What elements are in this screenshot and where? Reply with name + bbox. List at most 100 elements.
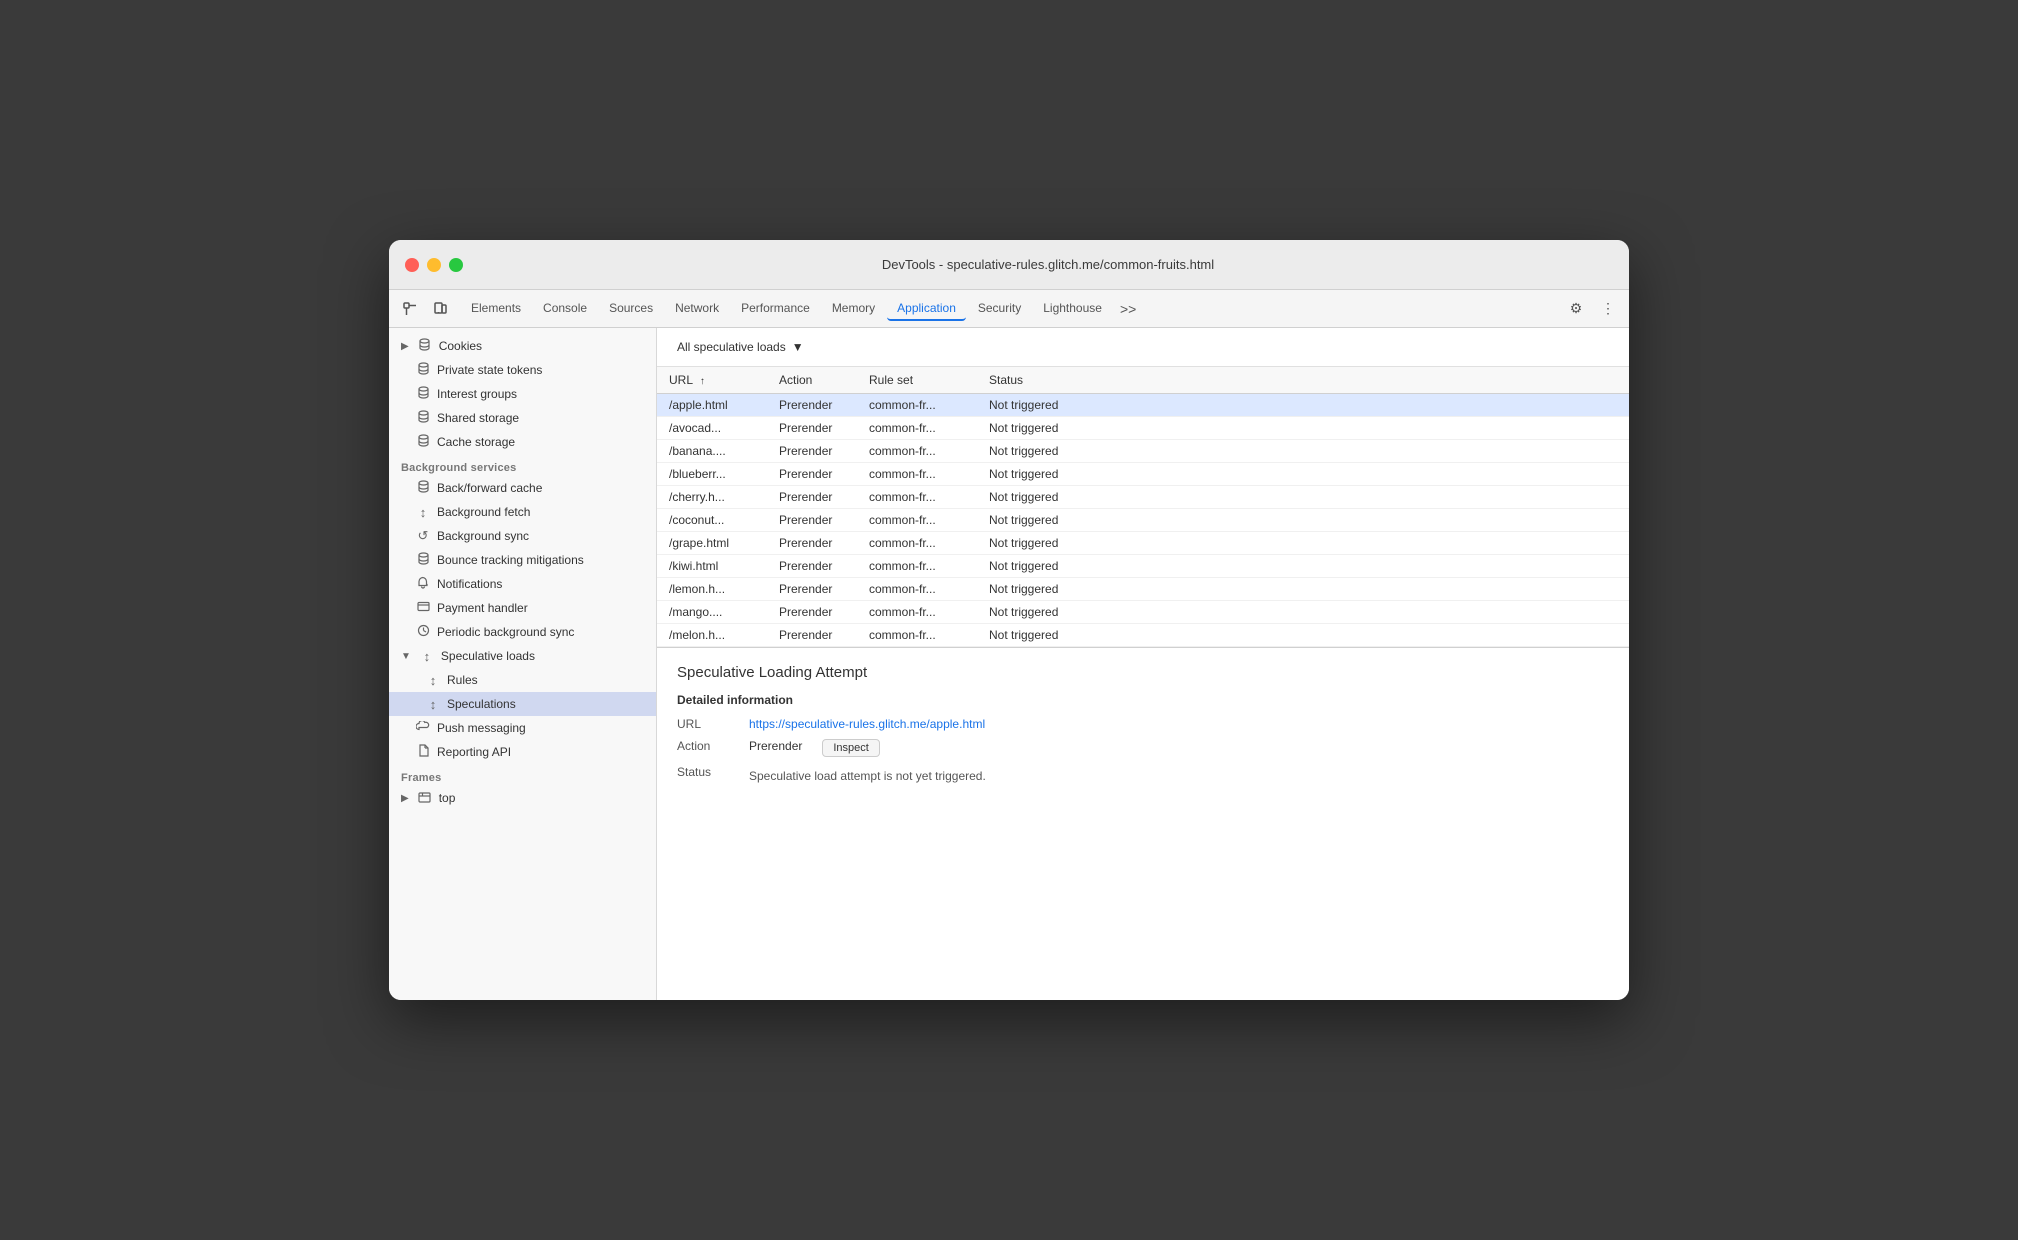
sidebar-item-background-sync[interactable]: ↺ Background sync: [389, 524, 656, 548]
col-header-url[interactable]: URL ↑: [657, 367, 767, 394]
sidebar-label-speculative-loads: Speculative loads: [441, 649, 535, 663]
table-row[interactable]: /blueberr... Prerender common-fr... Not …: [657, 463, 1629, 486]
table-row[interactable]: /lemon.h... Prerender common-fr... Not t…: [657, 578, 1629, 601]
tab-elements[interactable]: Elements: [461, 297, 531, 321]
tab-memory[interactable]: Memory: [822, 297, 885, 321]
close-button[interactable]: [405, 258, 419, 272]
device-toolbar-button[interactable]: [427, 296, 453, 322]
cell-action: Prerender: [767, 555, 857, 578]
col-header-ruleset[interactable]: Rule set: [857, 367, 977, 394]
tab-sources[interactable]: Sources: [599, 297, 663, 321]
cell-url: /melon.h...: [657, 624, 767, 647]
arrows-ud-icon-4: ↕: [425, 697, 441, 712]
sidebar-item-cache-storage[interactable]: Cache storage: [389, 430, 656, 454]
sidebar-label-bounce-tracking: Bounce tracking mitigations: [437, 553, 584, 567]
arrows-ud-icon-2: ↕: [419, 649, 435, 664]
sidebar-item-bounce-tracking[interactable]: Bounce tracking mitigations: [389, 548, 656, 572]
devtools-window: DevTools - speculative-rules.glitch.me/c…: [389, 240, 1629, 1000]
main-content: ▶ Cookies Pr: [389, 328, 1629, 1000]
sidebar-label-payment-handler: Payment handler: [437, 601, 528, 615]
sort-icon: ↑: [700, 376, 705, 387]
tab-network[interactable]: Network: [665, 297, 729, 321]
table-row[interactable]: /melon.h... Prerender common-fr... Not t…: [657, 624, 1629, 647]
sidebar-item-private-state-tokens[interactable]: Private state tokens: [389, 358, 656, 382]
cell-url: /banana....: [657, 440, 767, 463]
cell-action: Prerender: [767, 440, 857, 463]
frame-icon: [417, 791, 433, 806]
tab-application[interactable]: Application: [887, 297, 966, 321]
table-row[interactable]: /coconut... Prerender common-fr... Not t…: [657, 509, 1629, 532]
tabs-bar: Elements Console Sources Network Perform…: [389, 290, 1629, 328]
sidebar-label-background-fetch: Background fetch: [437, 505, 530, 519]
cell-status: Not triggered: [977, 394, 1629, 417]
chevron-right-icon-2: ▶: [401, 793, 409, 804]
table-area: URL ↑ Action Rule set Status /apple.html…: [657, 367, 1629, 1000]
sidebar-item-push-messaging[interactable]: Push messaging: [389, 716, 656, 740]
cell-action: Prerender: [767, 394, 857, 417]
sidebar-item-reporting-api[interactable]: Reporting API: [389, 740, 656, 764]
tab-lighthouse[interactable]: Lighthouse: [1033, 297, 1112, 321]
table-row[interactable]: /kiwi.html Prerender common-fr... Not tr…: [657, 555, 1629, 578]
settings-button[interactable]: ⚙: [1563, 296, 1589, 322]
detail-url-value: https://speculative-rules.glitch.me/appl…: [749, 717, 985, 731]
more-tabs-button[interactable]: >>: [1114, 297, 1142, 321]
inspect-button[interactable]: Inspect: [822, 739, 879, 757]
cell-ruleset: common-fr...: [857, 578, 977, 601]
cell-status: Not triggered: [977, 417, 1629, 440]
sidebar-item-backforward-cache[interactable]: Back/forward cache: [389, 476, 656, 500]
cell-status: Not triggered: [977, 555, 1629, 578]
minimize-button[interactable]: [427, 258, 441, 272]
sidebar-item-notifications[interactable]: Notifications: [389, 572, 656, 596]
cell-action: Prerender: [767, 463, 857, 486]
sidebar-label-periodic-background-sync: Periodic background sync: [437, 625, 574, 639]
sidebar-item-payment-handler[interactable]: Payment handler: [389, 596, 656, 620]
table-header-row: URL ↑ Action Rule set Status: [657, 367, 1629, 394]
sidebar-item-cookies[interactable]: ▶ Cookies: [389, 334, 656, 358]
table-row[interactable]: /banana.... Prerender common-fr... Not t…: [657, 440, 1629, 463]
col-header-status[interactable]: Status: [977, 367, 1629, 394]
cell-url: /mango....: [657, 601, 767, 624]
sidebar-label-interest-groups: Interest groups: [437, 387, 517, 401]
sidebar-item-periodic-background-sync[interactable]: Periodic background sync: [389, 620, 656, 644]
cell-ruleset: common-fr...: [857, 440, 977, 463]
cell-action: Prerender: [767, 578, 857, 601]
tab-performance[interactable]: Performance: [731, 297, 820, 321]
maximize-button[interactable]: [449, 258, 463, 272]
cell-ruleset: common-fr...: [857, 463, 977, 486]
table-row[interactable]: /apple.html Prerender common-fr... Not t…: [657, 394, 1629, 417]
sidebar-item-interest-groups[interactable]: Interest groups: [389, 382, 656, 406]
toolbar-icons: [397, 296, 453, 322]
col-header-action[interactable]: Action: [767, 367, 857, 394]
tab-console[interactable]: Console: [533, 297, 597, 321]
sidebar-item-frames-top[interactable]: ▶ top: [389, 786, 656, 810]
table-row[interactable]: /grape.html Prerender common-fr... Not t…: [657, 532, 1629, 555]
table-row[interactable]: /avocad... Prerender common-fr... Not tr…: [657, 417, 1629, 440]
cell-status: Not triggered: [977, 509, 1629, 532]
sidebar-label-shared-storage: Shared storage: [437, 411, 519, 425]
sidebar-item-shared-storage[interactable]: Shared storage: [389, 406, 656, 430]
clock-icon: [415, 624, 431, 640]
detail-url-link[interactable]: https://speculative-rules.glitch.me/appl…: [749, 717, 985, 731]
more-options-button[interactable]: ⋮: [1595, 296, 1621, 322]
table-row[interactable]: /cherry.h... Prerender common-fr... Not …: [657, 486, 1629, 509]
sidebar-item-speculative-loads[interactable]: ▼ ↕ Speculative loads: [389, 644, 656, 668]
arrows-ud-icon-3: ↕: [425, 673, 441, 688]
sidebar-item-rules[interactable]: ↕ Rules: [389, 668, 656, 692]
db-icon-6: [415, 480, 431, 496]
inspect-element-button[interactable]: [397, 296, 423, 322]
bell-icon: [415, 576, 431, 592]
speculative-loads-filter-dropdown[interactable]: All speculative loads ▼: [669, 336, 812, 358]
cell-ruleset: common-fr...: [857, 555, 977, 578]
arrows-ud-icon: ↕: [415, 505, 431, 520]
table-row[interactable]: /mango.... Prerender common-fr... Not tr…: [657, 601, 1629, 624]
detail-section-title: Detailed information: [677, 693, 1609, 707]
cell-url: /grape.html: [657, 532, 767, 555]
sidebar-label-cache-storage: Cache storage: [437, 435, 515, 449]
card-icon: [415, 601, 431, 615]
sidebar-item-background-fetch[interactable]: ↕ Background fetch: [389, 500, 656, 524]
sidebar-item-speculations[interactable]: ↕ Speculations: [389, 692, 656, 716]
cell-ruleset: common-fr...: [857, 417, 977, 440]
tab-security[interactable]: Security: [968, 297, 1031, 321]
sidebar-label-background-sync: Background sync: [437, 529, 529, 543]
cell-ruleset: common-fr...: [857, 601, 977, 624]
